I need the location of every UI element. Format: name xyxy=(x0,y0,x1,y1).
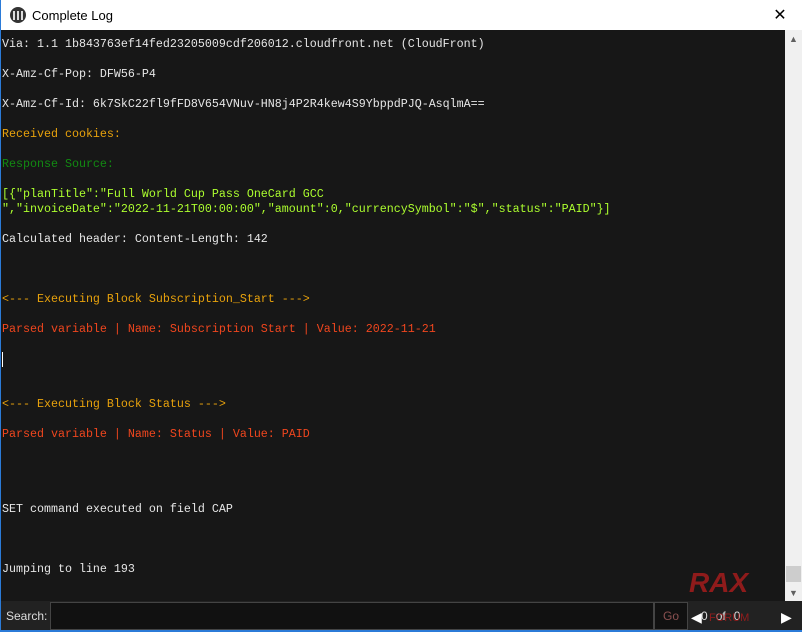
log-line: Via: 1.1 1b843763ef14fed23205009cdf20601… xyxy=(2,37,485,51)
log-line xyxy=(2,352,786,367)
match-counter: 0 of 0 xyxy=(701,609,740,623)
log-line: Response Source: xyxy=(2,157,114,171)
log-line: Jumping to line 193 xyxy=(2,562,135,576)
text-cursor xyxy=(2,352,3,367)
log-line: Parsed variable | Name: Status | Value: … xyxy=(2,427,310,441)
log-line: SET command executed on field CAP xyxy=(2,502,233,516)
app-icon xyxy=(10,7,26,23)
log-line: [{"planTitle":"Full World Cup Pass OneCa… xyxy=(2,187,324,201)
log-line: <--- Executing Block Subscription_Start … xyxy=(2,292,310,306)
log-line: Parsed variable | Name: Subscription Sta… xyxy=(2,322,436,336)
scroll-up-icon[interactable]: ▲ xyxy=(785,30,802,47)
next-match-icon[interactable]: ▶ xyxy=(781,609,792,626)
log-line: X-Amz-Cf-Id: 6k7SkC22fl9fFD8V654VNuv-HN8… xyxy=(2,97,485,111)
log-line: X-Amz-Cf-Pop: DFW56-P4 xyxy=(2,67,156,81)
log-line: ","invoiceDate":"2022-11-21T00:00:00","a… xyxy=(2,202,611,216)
search-input[interactable] xyxy=(50,602,654,630)
vertical-scrollbar[interactable]: ▲ ▼ xyxy=(785,30,802,601)
total-matches: 0 xyxy=(733,609,741,623)
close-button[interactable]: ✕ xyxy=(757,0,802,30)
search-bar: Search: Go ◀ 0 of 0 ▶ xyxy=(1,601,802,632)
log-line: Received cookies: xyxy=(2,127,121,141)
log-line: <--- Executing Block Status ---> xyxy=(2,397,226,411)
title-bar: Complete Log ✕ xyxy=(1,0,802,30)
log-output[interactable]: Via: 1.1 1b843763ef14fed23205009cdf20601… xyxy=(2,37,786,597)
of-label: of xyxy=(715,609,726,623)
search-label: Search: xyxy=(6,609,48,623)
log-line: Calculated header: Content-Length: 142 xyxy=(2,232,268,246)
window-title: Complete Log xyxy=(32,7,113,23)
current-match: 0 xyxy=(701,609,708,623)
scroll-down-icon[interactable]: ▼ xyxy=(785,584,802,601)
scroll-thumb[interactable] xyxy=(786,566,801,582)
go-button[interactable]: Go xyxy=(654,602,688,630)
